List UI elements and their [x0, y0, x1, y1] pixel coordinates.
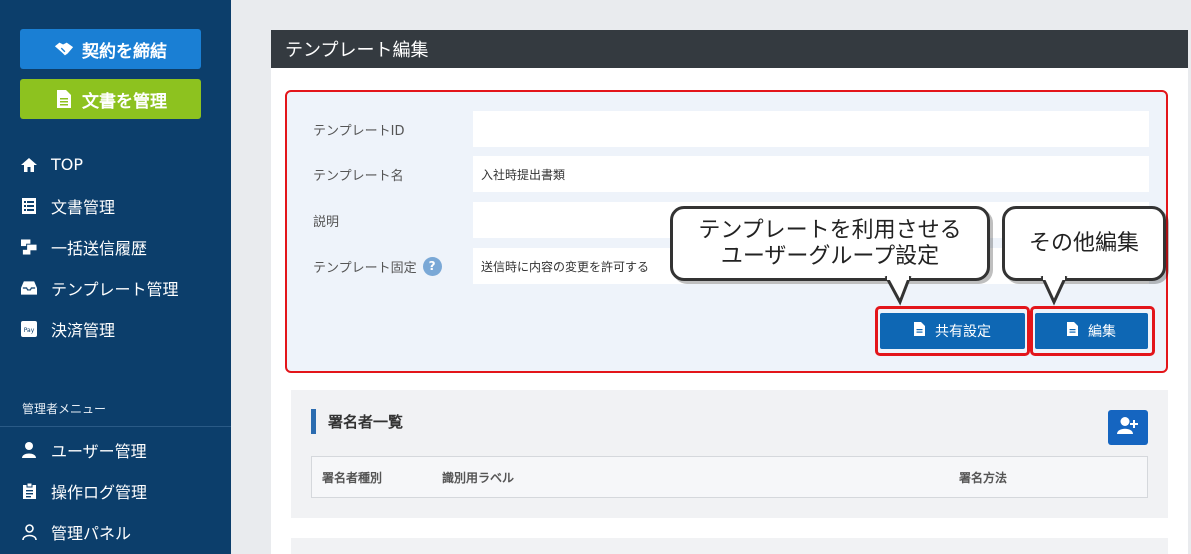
- sidebar-item-label: 一括送信履歴: [51, 238, 148, 258]
- user-icon: [21, 441, 37, 458]
- admin-divider: [0, 426, 231, 427]
- sidebar-item-users[interactable]: ユーザー管理: [0, 429, 231, 470]
- inbox-icon: [21, 280, 37, 296]
- file-icon: [54, 89, 74, 109]
- edit-highlight-frame: [1030, 306, 1155, 356]
- sidebar-item-admin-panel[interactable]: 管理パネル: [0, 511, 231, 552]
- page-title: テンプレート編集: [271, 30, 1188, 68]
- template-name-row: テンプレート名 入社時提出書類: [313, 156, 1149, 192]
- template-id-field[interactable]: [473, 111, 1149, 147]
- help-icon[interactable]: ?: [422, 256, 442, 276]
- signer-list-section: [291, 390, 1168, 518]
- edit-callout: その他編集: [1002, 206, 1166, 281]
- manage-docs-button-label: 文書を管理: [82, 91, 167, 112]
- sidebar-item-label: ユーザー管理: [51, 441, 147, 461]
- manage-docs-button[interactable]: 文書を管理: [20, 79, 201, 119]
- sidebar-item-label: TOP: [51, 155, 84, 174]
- pay-icon: Pay: [21, 320, 37, 337]
- template-id-label: テンプレートID: [313, 123, 405, 139]
- title-accent-bar: [311, 409, 316, 434]
- share-callout-line2: ユーザーグループ設定: [720, 243, 940, 269]
- column-label: 識別用ラベル: [442, 470, 515, 485]
- clipboard-icon: [21, 482, 37, 499]
- sidebar-item-documents[interactable]: 文書管理: [0, 185, 231, 226]
- signer-table-header: 署名者種別 識別用ラベル 署名方法: [311, 456, 1148, 498]
- sidebar-item-label: 決済管理: [51, 320, 116, 340]
- signer-list-title-text: 署名者一覧: [328, 413, 404, 431]
- share-callout: テンプレートを利用させる ユーザーグループ設定: [670, 206, 990, 281]
- description-label: 説明: [313, 214, 340, 230]
- admin-nav: ユーザー管理 操作ログ管理 管理パネル: [0, 429, 231, 552]
- contract-button-label: 契約を締結: [82, 41, 167, 62]
- handshake-icon: [54, 39, 74, 59]
- edit-callout-tail: [1040, 276, 1068, 306]
- document-list-icon: [21, 197, 37, 214]
- sidebar-item-logs[interactable]: 操作ログ管理: [0, 470, 231, 511]
- column-sign-method: 署名方法: [959, 470, 1008, 485]
- share-callout-tail: [884, 276, 912, 306]
- column-signer-type: 署名者種別: [322, 470, 383, 485]
- admin-user-icon: [21, 523, 37, 540]
- contract-button[interactable]: 契約を締結: [20, 29, 201, 69]
- template-fixed-label-text: テンプレート固定: [313, 260, 417, 276]
- template-name-label: テンプレート名: [313, 168, 404, 184]
- svg-text:Pay: Pay: [24, 327, 35, 334]
- edit-callout-text: その他編集: [1028, 230, 1139, 256]
- home-icon: [21, 157, 37, 173]
- sidebar: 契約を締結 文書を管理 TOP 文書管理 一括送信履歴 テンプレート管理 Pay…: [0, 0, 231, 554]
- admin-menu-label: 管理者メニュー: [22, 402, 107, 416]
- add-signer-button[interactable]: [1108, 410, 1148, 445]
- sidebar-item-label: テンプレート管理: [51, 279, 179, 299]
- main-nav: TOP 文書管理 一括送信履歴 テンプレート管理 Pay 決済管理: [0, 144, 231, 349]
- template-fixed-label: テンプレート固定 ?: [313, 256, 473, 276]
- next-section: [291, 538, 1168, 554]
- sidebar-item-bulk-history[interactable]: 一括送信履歴: [0, 226, 231, 267]
- sidebar-item-templates[interactable]: テンプレート管理: [0, 267, 231, 308]
- template-name-field[interactable]: 入社時提出書類: [473, 156, 1149, 192]
- sidebar-item-top[interactable]: TOP: [0, 144, 231, 185]
- sidebar-item-label: 文書管理: [51, 197, 116, 217]
- sidebar-item-label: 操作ログ管理: [51, 482, 148, 502]
- signer-list-title: 署名者一覧: [311, 409, 403, 434]
- sidebar-item-label: 管理パネル: [51, 523, 132, 543]
- bulk-send-icon: [21, 238, 37, 255]
- add-user-icon: [1117, 417, 1139, 438]
- sidebar-item-payments[interactable]: Pay 決済管理: [0, 308, 231, 349]
- share-highlight-frame: [875, 306, 1030, 356]
- share-callout-line1: テンプレートを利用させる: [698, 217, 962, 243]
- template-id-row: テンプレートID: [313, 111, 1149, 147]
